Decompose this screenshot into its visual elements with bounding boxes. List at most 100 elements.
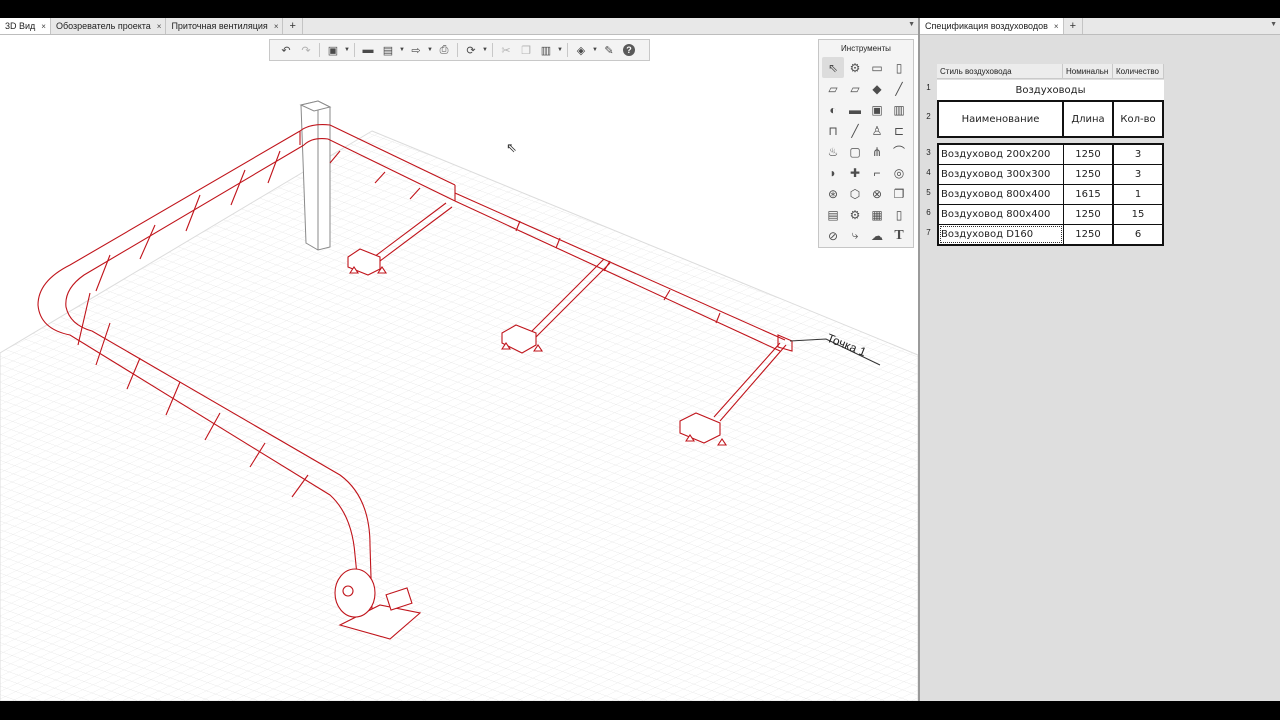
close-icon[interactable]: × [41,22,46,31]
branch-icon[interactable]: ⤷ [844,225,866,246]
chevron-down-icon[interactable]: ▼ [481,41,489,59]
row-number: 3 [926,148,931,157]
text-icon[interactable]: T [888,225,910,246]
table-cell-quantity[interactable]: 6 [1113,224,1163,245]
table-cell-name-selected[interactable]: Воздуховод D160 [938,224,1064,245]
table-cell-length[interactable]: 1250 [1063,204,1113,225]
tab-3d-view[interactable]: 3D Вид × [0,18,51,34]
stack-icon[interactable]: ▤ [822,204,844,225]
group-title[interactable]: Воздуховоды [937,80,1164,100]
table-cell-quantity[interactable]: 15 [1113,204,1163,225]
flat-duct-2-icon[interactable]: ▱ [844,78,866,99]
grille-icon[interactable]: ⊓ [822,120,844,141]
cube-view-icon[interactable]: ▣ [323,41,343,59]
table-cell-length[interactable]: 1250 [1063,144,1113,165]
table-cell-length[interactable]: 1615 [1063,184,1113,205]
flex-icon[interactable]: ⌒ [888,141,910,162]
axis-icon[interactable]: ⊘ [822,225,844,246]
table-cell-name[interactable]: Воздуховод 800x400 [938,184,1064,205]
chevron-down-icon[interactable]: ▼ [556,41,564,59]
open-folder-icon[interactable]: ▬ [358,41,378,59]
column-header-nominal[interactable]: Номинальн [1063,64,1113,79]
multi-icon[interactable]: ⊗ [866,183,888,204]
box-icon[interactable]: ▢ [844,141,866,162]
undo-icon[interactable]: ↶ [276,41,296,59]
line-icon[interactable]: ╱ [844,120,866,141]
rect-duct-icon[interactable]: ▭ [866,57,888,78]
round-duct-icon[interactable]: ▯ [888,57,910,78]
gear-icon[interactable]: ⚙ [844,204,866,225]
right-tab-strip: Спецификация воздуховодов × + ▼ [920,18,1280,35]
bend-icon[interactable]: ◐ [822,99,844,120]
table-cell-quantity[interactable]: 3 [1113,164,1163,185]
copy-obj-icon[interactable]: ❐ [888,183,910,204]
door-icon[interactable]: ▯ [888,204,910,225]
table-cell-name[interactable]: Воздуховод 300x300 [938,164,1064,185]
tab-duct-specification[interactable]: Спецификация воздуховодов × [920,18,1064,34]
column-header-duct-style[interactable]: Стиль воздуховода [937,64,1063,79]
elbow-icon[interactable]: ⌐ [866,162,888,183]
chevron-down-icon[interactable]: ▼ [426,41,434,59]
select-arrow-icon[interactable]: ⇖ [822,57,844,78]
pipe-icon[interactable]: ▬ [844,99,866,120]
group-icon[interactable]: ⊛ [822,183,844,204]
table-cell-quantity[interactable]: 3 [1113,144,1163,165]
duct-scene[interactable]: Точка 1 [0,35,918,701]
tab-supply-ventilation[interactable]: Приточная вентиляция × [166,18,284,34]
damper-icon[interactable]: ◗ [822,162,844,183]
table-cell-length[interactable]: 1250 [1063,164,1113,185]
table-header-length[interactable]: Длина [1062,100,1114,138]
camera-icon[interactable]: ▦ [866,204,888,225]
tab-label: Обозреватель проекта [55,21,151,31]
table-header-quantity[interactable]: Кол-во [1112,100,1164,138]
toolbar-separator [457,43,458,57]
row-number: 6 [926,208,931,217]
chevron-down-icon[interactable]: ▼ [398,41,406,59]
table-cell-name[interactable]: Воздуховод 200x200 [938,144,1064,165]
tab-project-explorer[interactable]: Обозреватель проекта × [50,18,167,34]
redo-icon[interactable]: ↷ [296,41,316,59]
eraser-icon[interactable]: ◆ [866,78,888,99]
save-icon[interactable]: ▤ [378,41,398,59]
reducer-icon[interactable]: ⊏ [888,120,910,141]
layers-icon[interactable]: ◈ [571,41,591,59]
flat-duct-icon[interactable]: ▱ [822,78,844,99]
fitting-icon[interactable]: ⚙ [844,57,866,78]
table-header-name[interactable]: Наименование [937,100,1064,138]
cabinet-icon[interactable]: ▥ [888,99,910,120]
copy-icon[interactable]: ❐ [516,41,536,59]
chevron-down-icon[interactable]: ▼ [343,41,351,59]
3d-viewport[interactable]: Точка 1 ↶ ↷ ▣ ▼ ▬ ▤ ▼ ⇨ ▼ ⎙ ⟳ ▼ ✂ ❐ ▥ ▼ … [0,35,918,701]
orbit-icon[interactable]: ⟳ [461,41,481,59]
add-tab-button[interactable]: + [1063,18,1083,34]
add-tab-button[interactable]: + [283,18,303,34]
print-icon[interactable]: ⎙ [434,41,454,59]
cut-icon[interactable]: ✂ [496,41,516,59]
bottom-band [0,701,1280,720]
cross-icon[interactable]: ✚ [844,162,866,183]
table-cell-name[interactable]: Воздуховод 800x400 [938,204,1064,225]
spiral-icon[interactable]: ◎ [888,162,910,183]
tab-list-arrow-icon[interactable]: ▼ [908,21,915,28]
ruler-icon[interactable]: ╱ [888,78,910,99]
column-header-quantity[interactable]: Количество [1113,64,1164,79]
close-icon[interactable]: × [1054,22,1059,31]
left-tab-strip: 3D Вид × Обозреватель проекта × Приточна… [0,18,918,35]
close-icon[interactable]: × [274,22,279,31]
export-icon[interactable]: ⇨ [406,41,426,59]
table-cell-quantity[interactable]: 1 [1113,184,1163,205]
chevron-down-icon[interactable]: ▼ [591,41,599,59]
close-icon[interactable]: × [157,22,162,31]
tee-icon[interactable]: ⋔ [866,141,888,162]
shield-icon[interactable]: ⬡ [844,183,866,204]
paste-icon[interactable]: ▥ [536,41,556,59]
help-icon[interactable]: ? [619,41,639,59]
table-cell-length[interactable]: 1250 [1063,224,1113,245]
cloud-icon[interactable]: ☁ [866,225,888,246]
valve-icon[interactable]: ♙ [866,120,888,141]
wrench-icon[interactable]: ✎ [599,41,619,59]
top-band [0,0,1280,18]
fan-icon[interactable]: ♨ [822,141,844,162]
tab-list-arrow-icon[interactable]: ▼ [1270,21,1277,28]
device-icon[interactable]: ▣ [866,99,888,120]
